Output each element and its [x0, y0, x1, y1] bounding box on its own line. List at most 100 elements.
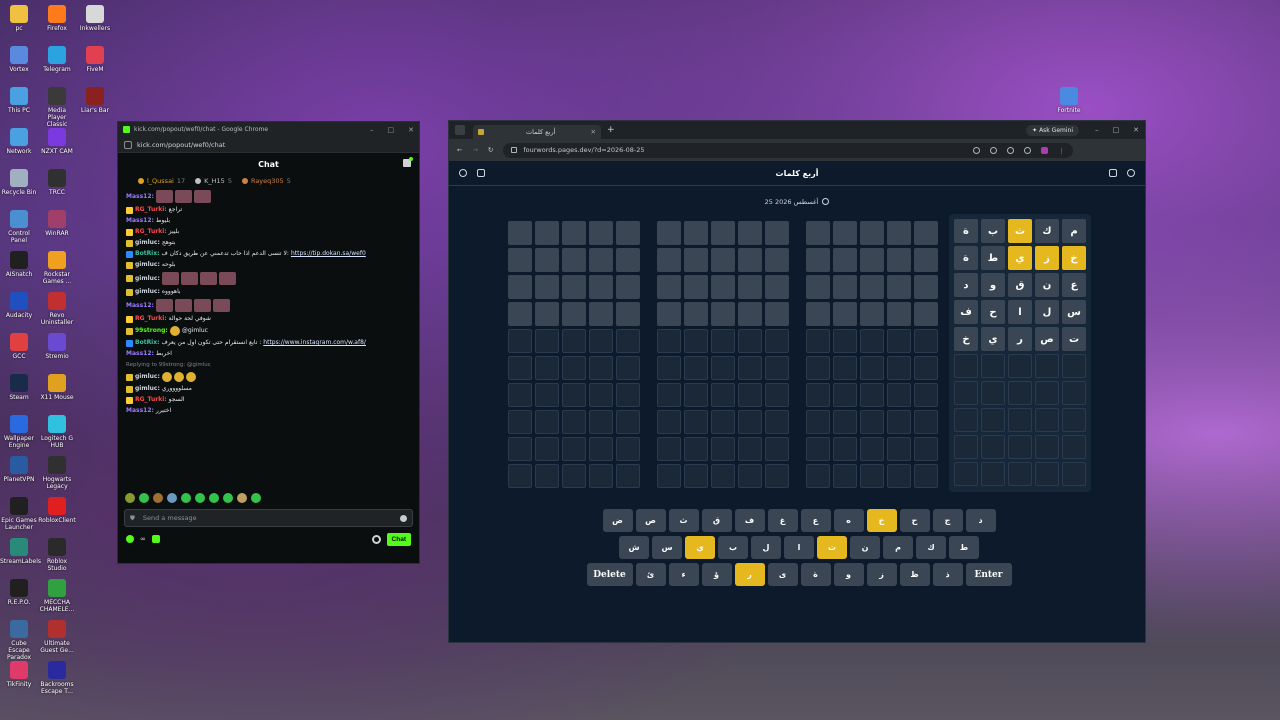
maximize-icon[interactable]: □	[388, 126, 395, 134]
desktop-shortcut[interactable]: MECCHA CHAMELE...	[38, 576, 76, 613]
desktop-shortcut[interactable]: Cube Escape Paradox	[0, 617, 38, 661]
desktop-shortcut[interactable]: Hogwarts Legacy	[38, 453, 76, 490]
letter-key[interactable]: ئ	[635, 563, 666, 586]
maximize-icon[interactable]: □	[1113, 126, 1120, 134]
desktop-shortcut[interactable]: NZXT CAM	[38, 125, 76, 155]
desktop-shortcut[interactable]: Inkwellers	[76, 2, 114, 32]
desktop-shortcut[interactable]: Epic Games Launcher	[0, 494, 38, 531]
chat-message[interactable]: gimluc: بلوحه	[126, 261, 411, 269]
chat-username[interactable]: 99strong:	[135, 327, 168, 335]
desktop-shortcut[interactable]: StreamLabels	[0, 535, 41, 565]
chat-username[interactable]: gimluc:	[135, 239, 160, 247]
letter-key[interactable]: خ	[866, 509, 897, 532]
reload-icon[interactable]: ↻	[488, 146, 493, 154]
desktop-shortcut[interactable]: X11 Mouse	[38, 371, 76, 401]
desktop-shortcut[interactable]: Stremio	[38, 330, 76, 360]
desktop-shortcut[interactable]: pc	[0, 2, 38, 32]
chat-message[interactable]: gimluc: بتوهج	[126, 239, 411, 247]
desktop-shortcut[interactable]: PlanetVPN	[0, 453, 38, 483]
zoom-icon[interactable]	[973, 146, 981, 154]
desktop-shortcut[interactable]: Logitech G HUB	[38, 412, 76, 449]
chat-username[interactable]: Mass12:	[126, 350, 154, 358]
ask-gemini-button[interactable]: ✦ Ask Gemini	[1026, 124, 1079, 136]
delete-key[interactable]: Delete	[586, 563, 633, 586]
close-icon[interactable]: ✕	[408, 126, 414, 134]
letter-key[interactable]: ؤ	[701, 563, 732, 586]
desktop-shortcut[interactable]: Backrooms Escape T...	[38, 658, 76, 695]
desktop-shortcut[interactable]: R.E.P.O.	[0, 576, 38, 606]
chat-username[interactable]: gimluc:	[135, 261, 160, 269]
chat-url-bar[interactable]: kick.com/popout/wef0/chat	[118, 137, 419, 153]
chat-message[interactable]: gimluc: مسلووووري	[126, 385, 411, 393]
emote-icon[interactable]	[223, 493, 233, 503]
letter-key[interactable]: ر	[734, 563, 765, 586]
letter-key[interactable]: ف	[734, 509, 765, 532]
letter-key[interactable]: ع	[800, 509, 831, 532]
desktop-shortcut[interactable]: Revo Uninstaller	[38, 289, 76, 326]
letter-key[interactable]: ت	[817, 536, 847, 559]
top-gifter[interactable]: K_H15 5	[195, 177, 232, 185]
chat-username[interactable]: gimluc:	[135, 275, 160, 283]
letter-key[interactable]: د	[965, 509, 996, 532]
desktop-shortcut[interactable]: Vortex	[0, 43, 38, 73]
desktop-shortcut[interactable]: Recycle Bin	[0, 166, 38, 196]
bookmark-star-icon[interactable]	[1007, 146, 1015, 154]
chat-username[interactable]: RG_Turki:	[135, 206, 167, 214]
top-gifter[interactable]: Rayeq305 5	[241, 177, 291, 185]
chat-link[interactable]: https://www.instagram.com/w.af8/	[263, 339, 366, 347]
desktop-shortcut[interactable]: This PC	[0, 84, 38, 114]
chat-link[interactable]: https://tip.dokan.sa/wef0	[291, 250, 366, 258]
chat-message[interactable]: Mass12: بليوط	[126, 217, 411, 225]
gift-icon[interactable]	[403, 157, 413, 167]
emote-icon[interactable]	[153, 493, 163, 503]
send-chat-button[interactable]: Chat	[386, 532, 411, 546]
chat-message[interactable]: Mass12: اختيرر	[126, 407, 411, 415]
desktop-shortcut[interactable]: Steam	[0, 371, 38, 401]
desktop-shortcut[interactable]: Telegram	[38, 43, 76, 73]
minimize-icon[interactable]: –	[370, 126, 374, 134]
chat-username[interactable]: BotRix:	[135, 339, 160, 347]
gear-icon[interactable]	[371, 534, 381, 544]
chat-username[interactable]: gimluc:	[135, 385, 160, 393]
chat-message[interactable]: BotRix: لا تنسى الدعم اذا حاب تدعمني عن ط…	[126, 250, 411, 258]
desktop-shortcut[interactable]: Rockstar Games ...	[38, 248, 76, 285]
chat-message[interactable]: RG_Turki: بلييز	[126, 228, 411, 236]
desktop-shortcut[interactable]: TikFinity	[0, 658, 38, 688]
letter-key[interactable]: ج	[932, 509, 963, 532]
letter-key[interactable]: ي	[685, 536, 715, 559]
install-icon[interactable]	[990, 146, 998, 154]
letter-key[interactable]: ك	[916, 536, 946, 559]
chat-username[interactable]: Mass12:	[126, 407, 154, 415]
letter-key[interactable]: ض	[602, 509, 633, 532]
chat-message[interactable]: Mass12:	[126, 190, 411, 203]
forward-icon[interactable]: →	[472, 146, 477, 154]
chat-window-titlebar[interactable]: kick.com/popout/wef0/chat - Google Chrom…	[118, 122, 419, 137]
desktop-shortcut[interactable]: Network	[0, 125, 38, 155]
letter-key[interactable]: غ	[767, 509, 798, 532]
chat-username[interactable]: Mass12:	[126, 217, 154, 225]
chat-message[interactable]: gimluc:	[126, 372, 411, 382]
close-tab-icon[interactable]: ✕	[591, 128, 596, 136]
chat-username[interactable]: RG_Turki:	[135, 396, 167, 404]
letter-key[interactable]: ط	[949, 536, 979, 559]
letter-key[interactable]: و	[833, 563, 864, 586]
kick-logo-icon[interactable]	[151, 535, 160, 543]
letter-key[interactable]: ذ	[932, 563, 963, 586]
chat-message[interactable]: Mass12: اخربط	[126, 350, 411, 358]
extension-icon[interactable]	[1041, 146, 1049, 154]
chat-message[interactable]: RG_Turki: شوفي لحة حوالة	[126, 315, 411, 323]
chat-message[interactable]: RG_Turki: تراجع	[126, 206, 411, 214]
letter-key[interactable]: م	[883, 536, 913, 559]
emote-icon[interactable]	[209, 493, 219, 503]
desktop-shortcut[interactable]: Liar's Bar	[76, 84, 114, 114]
letter-key[interactable]: ز	[866, 563, 897, 586]
desktop-shortcut[interactable]: RobloxClient	[38, 494, 76, 524]
letter-key[interactable]: ل	[751, 536, 781, 559]
desktop-shortcut[interactable]: FiveM	[76, 43, 114, 73]
chat-message[interactable]: gimluc:	[126, 272, 411, 285]
address-bar[interactable]: fourwords.pages.dev/?d=2026-08-25 ⋮	[503, 142, 1074, 158]
new-tab-icon[interactable]: +	[607, 125, 615, 135]
back-icon[interactable]: ←	[457, 146, 462, 154]
letter-key[interactable]: ه	[833, 509, 864, 532]
letter-key[interactable]: ث	[668, 509, 699, 532]
